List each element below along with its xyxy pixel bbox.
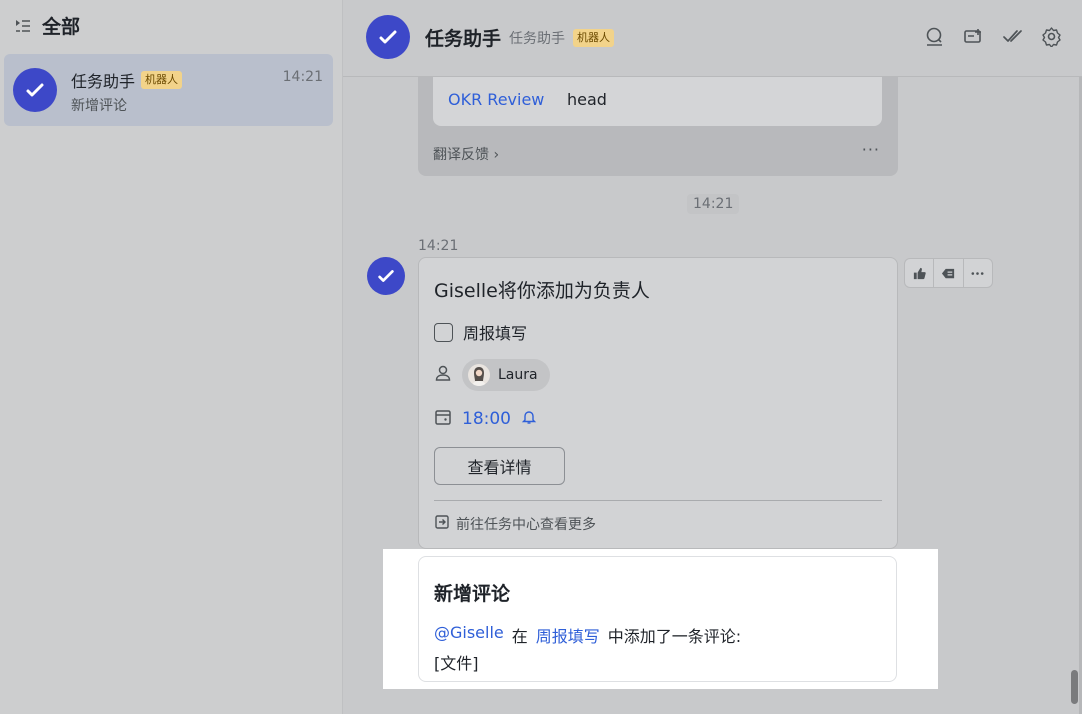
message-time: 14:21 bbox=[418, 238, 459, 254]
chat-header: 任务助手 任务助手 机器人 bbox=[343, 0, 1082, 77]
header-actions bbox=[924, 26, 1062, 47]
thumbs-up-icon[interactable] bbox=[905, 259, 935, 287]
bot-avatar[interactable] bbox=[367, 257, 405, 295]
check-icon bbox=[379, 30, 397, 44]
view-details-button[interactable]: 查看详情 bbox=[434, 447, 565, 485]
chat-panel: OKR Review head 翻译反馈 › ··· 14:21 14:21 G… bbox=[343, 0, 1082, 714]
comment-title: 新增评论 bbox=[434, 583, 511, 605]
more-icon[interactable] bbox=[964, 259, 992, 287]
chat-time: 14:21 bbox=[282, 69, 323, 85]
reply-icon[interactable] bbox=[934, 259, 964, 287]
check-icon bbox=[378, 270, 394, 282]
search-icon[interactable] bbox=[924, 26, 945, 47]
bell-icon[interactable] bbox=[521, 409, 537, 429]
add-card-icon[interactable] bbox=[963, 26, 984, 47]
message-action-bar bbox=[904, 258, 993, 288]
due-row: 18:00 bbox=[434, 408, 537, 430]
okr-link[interactable]: OKR Review bbox=[448, 90, 544, 109]
scrollbar[interactable] bbox=[1071, 670, 1078, 704]
enter-icon bbox=[434, 514, 450, 534]
task-card: Giselle将你添加为负责人 周报填写 Laura 18:00 查看详情 前往… bbox=[418, 257, 898, 549]
sidebar-header[interactable]: 全部 bbox=[14, 12, 80, 39]
person-icon bbox=[434, 364, 452, 386]
chat-name-row: 任务助手 机器人 bbox=[71, 68, 183, 92]
task-center-link[interactable]: 前往任务中心查看更多 bbox=[434, 514, 596, 534]
more-icon[interactable]: ··· bbox=[862, 140, 880, 159]
comment-in: 在 bbox=[511, 627, 528, 646]
bot-badge: 机器人 bbox=[141, 71, 183, 89]
comment-card: 新增评论 @Giselle 在 周报填写 中添加了一条评论: [文件] bbox=[418, 556, 897, 682]
due-time[interactable]: 18:00 bbox=[462, 409, 511, 429]
task-check-icon[interactable] bbox=[1002, 26, 1023, 47]
chat-list-item[interactable]: 任务助手 机器人 14:21 新增评论 bbox=[4, 54, 333, 126]
comment-content: [文件] bbox=[434, 654, 479, 673]
task-card-title: Giselle将你添加为负责人 bbox=[434, 280, 650, 302]
task-center-label: 前往任务中心查看更多 bbox=[456, 517, 596, 533]
task-name: 周报填写 bbox=[463, 324, 528, 343]
user-avatar bbox=[468, 364, 490, 386]
translation-feedback-link[interactable]: 翻译反馈 › bbox=[433, 144, 499, 164]
chat-title-row: 任务助手 任务助手 机器人 bbox=[425, 24, 615, 51]
card-divider bbox=[434, 500, 882, 501]
mention-link[interactable]: @Giselle bbox=[434, 623, 504, 647]
comment-line: @Giselle 在 周报填写 中添加了一条评论: bbox=[434, 623, 741, 647]
check-icon bbox=[26, 83, 44, 97]
bot-avatar bbox=[13, 68, 57, 112]
task-row: 周报填写 bbox=[434, 320, 527, 344]
assignee-name: Laura bbox=[498, 367, 538, 383]
sidebar-title: 全部 bbox=[42, 16, 81, 38]
assignee-chip[interactable]: Laura bbox=[462, 359, 550, 391]
chat-title: 任务助手 bbox=[425, 28, 502, 50]
gear-icon[interactable] bbox=[1041, 26, 1062, 47]
filter-list-icon[interactable] bbox=[14, 17, 32, 35]
bot-avatar[interactable] bbox=[366, 15, 410, 59]
highlighted-message: 新增评论 @Giselle 在 周报填写 中添加了一条评论: [文件] bbox=[383, 549, 938, 689]
chat-preview: 新增评论 bbox=[71, 98, 127, 114]
assignee-row: Laura bbox=[434, 359, 550, 391]
chat-subtitle: 任务助手 bbox=[509, 30, 566, 47]
time-divider: 14:21 bbox=[687, 194, 740, 214]
sidebar: 全部 任务助手 机器人 14:21 新增评论 bbox=[0, 0, 343, 714]
bot-badge: 机器人 bbox=[573, 28, 615, 47]
previous-text: head bbox=[567, 90, 607, 109]
task-link[interactable]: 周报填写 bbox=[536, 623, 600, 647]
task-checkbox[interactable] bbox=[434, 322, 453, 342]
chat-name: 任务助手 bbox=[71, 72, 136, 91]
calendar-icon bbox=[434, 408, 452, 430]
comment-suffix: 中添加了一条评论: bbox=[607, 627, 742, 646]
feedback-label: 翻译反馈 bbox=[433, 147, 489, 163]
